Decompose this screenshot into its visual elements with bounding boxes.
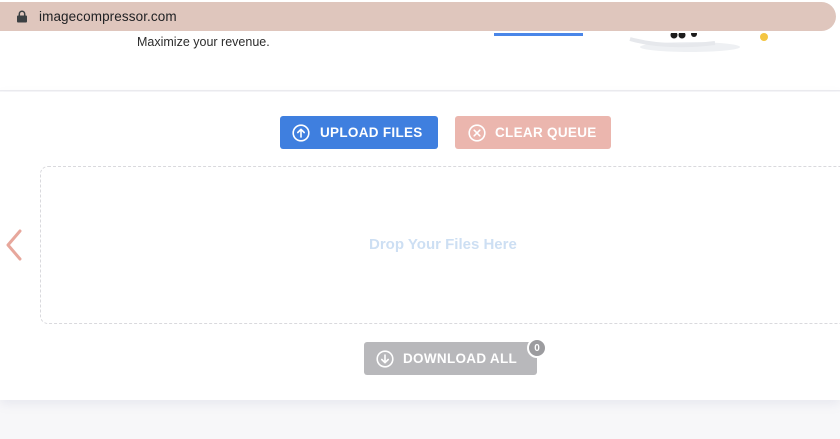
lock-icon[interactable]: [16, 10, 28, 23]
upload-files-label: UPLOAD FILES: [320, 125, 423, 140]
ad-illustration: [629, 33, 768, 52]
download-all-button[interactable]: DOWNLOAD ALL: [364, 342, 537, 375]
url-bar[interactable]: imagecompressor.com: [0, 2, 836, 31]
chevron-left-icon[interactable]: [4, 228, 24, 262]
arrow-down-circle-icon: [376, 349, 394, 368]
upload-panel: UPLOAD FILES CLEAR QUEUE Drop Your Files…: [0, 92, 840, 400]
browser-address-bar: imagecompressor.com: [0, 0, 840, 33]
file-dropzone[interactable]: Drop Your Files Here: [40, 166, 840, 324]
clear-queue-button[interactable]: CLEAR QUEUE: [455, 116, 611, 149]
ad-banner[interactable]: Maximize your revenue.: [0, 33, 840, 91]
ad-button-edge[interactable]: [494, 33, 583, 36]
clear-queue-label: CLEAR QUEUE: [495, 125, 597, 140]
x-circle-icon: [468, 123, 486, 142]
download-count-badge: 0: [527, 338, 547, 358]
ad-text: Maximize your revenue.: [137, 35, 270, 49]
dropzone-text: Drop Your Files Here: [369, 236, 517, 253]
arrow-up-circle-icon: [292, 123, 310, 142]
upload-files-button[interactable]: UPLOAD FILES: [280, 116, 438, 149]
url-text[interactable]: imagecompressor.com: [39, 9, 177, 24]
download-all-label: DOWNLOAD ALL: [403, 351, 518, 366]
